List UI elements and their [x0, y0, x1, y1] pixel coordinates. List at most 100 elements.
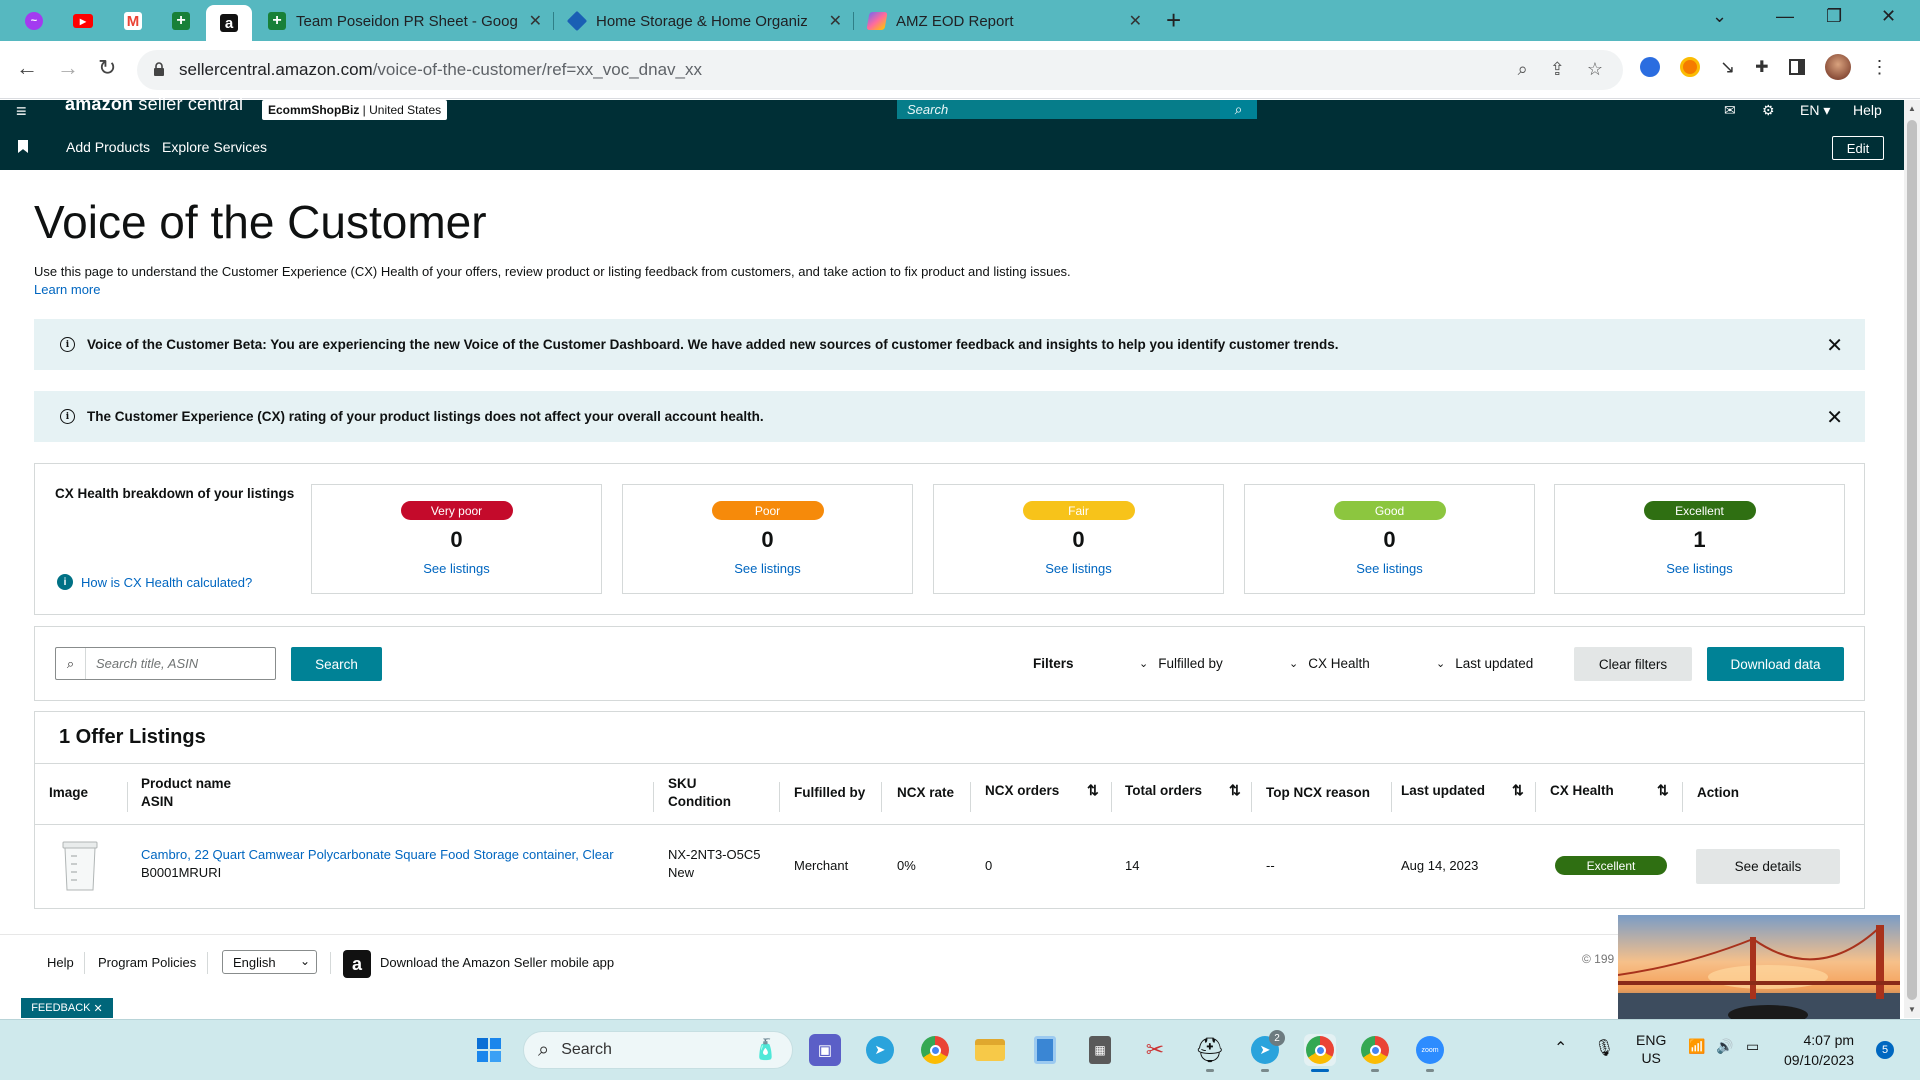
amazon-app-icon[interactable]: a — [343, 950, 371, 978]
forward-icon[interactable]: → — [57, 55, 79, 81]
restore-icon[interactable]: ❐ — [1826, 6, 1842, 27]
profile-avatar[interactable] — [1824, 54, 1851, 80]
seller-search-input[interactable]: Search — [897, 102, 1220, 117]
scroll-down-icon[interactable]: ▼ — [1908, 1005, 1916, 1014]
download-data-button[interactable]: Download data — [1707, 647, 1844, 681]
footer-help-link[interactable]: Help — [47, 955, 74, 970]
chrome-active-icon[interactable] — [1304, 1034, 1336, 1072]
bookmark-star-icon[interactable]: ☆ — [1587, 59, 1603, 80]
input-language-indicator[interactable]: ENG US — [1636, 1031, 1666, 1067]
share-icon[interactable]: ⇪ — [1550, 59, 1565, 80]
cx-health-dropdown[interactable]: ⌄ CX Health — [1289, 656, 1370, 671]
side-panel-icon[interactable] — [1788, 59, 1805, 75]
feedback-button[interactable]: FEEDBACK ✕ — [21, 998, 113, 1018]
footer-language-select[interactable]: English ⌄ — [222, 950, 317, 974]
battery-icon[interactable]: ▭ — [1746, 1038, 1759, 1055]
edit-nav-button[interactable]: Edit — [1832, 136, 1884, 160]
sort-icon[interactable]: ⇅ — [1229, 782, 1241, 799]
microphone-icon[interactable]: 🎙 — [1594, 1038, 1614, 1058]
notification-count-badge[interactable]: 5 — [1876, 1041, 1894, 1059]
telegram-desktop-icon[interactable]: ➤ 2 — [1249, 1030, 1285, 1072]
sort-icon[interactable]: ⇅ — [1087, 782, 1099, 799]
tab-home-storage[interactable]: Home Storage & Home Organiz ✕ — [558, 5, 852, 37]
tab-youtube[interactable]: ▶ — [60, 5, 106, 37]
calculator-icon[interactable]: ▦ — [1084, 1034, 1116, 1066]
see-listings-link[interactable]: See listings — [1555, 561, 1844, 576]
close-icon[interactable]: ✕ — [1129, 11, 1142, 31]
see-listings-link[interactable]: See listings — [934, 561, 1223, 576]
sort-icon[interactable]: ⇅ — [1512, 782, 1524, 799]
close-icon[interactable]: ✕ — [1826, 333, 1843, 358]
extensions-puzzle-icon[interactable]: ✚ — [1755, 57, 1768, 77]
bookmark-icon[interactable] — [18, 140, 28, 153]
tab-search-chevron-icon[interactable]: ⌄ — [1712, 6, 1727, 27]
telegram-icon[interactable]: ➤ — [864, 1034, 896, 1066]
see-details-button[interactable]: See details — [1696, 849, 1840, 884]
close-icon[interactable]: ✕ — [829, 11, 842, 31]
product-name-link[interactable]: Cambro, 22 Quart Camwear Polycarbonate S… — [141, 846, 614, 864]
extension-arrow-icon[interactable]: ↘ — [1720, 57, 1735, 78]
scroll-up-icon[interactable]: ▲ — [1908, 104, 1916, 113]
zoom-icon[interactable]: ⌕ — [1518, 59, 1528, 80]
close-icon[interactable]: ✕ — [529, 11, 542, 31]
hamburger-menu-icon[interactable]: ≡ — [16, 100, 27, 122]
extension-orange-icon[interactable] — [1680, 57, 1700, 77]
account-switcher[interactable]: EcommShopBiz | United States — [262, 100, 448, 120]
volume-icon[interactable]: 🔊 — [1716, 1038, 1733, 1055]
gear-icon[interactable]: ⚙ — [1762, 102, 1775, 119]
see-listings-link[interactable]: See listings — [312, 561, 601, 576]
taskbar-clock[interactable]: 4:07 pm 09/10/2023 — [1784, 1030, 1854, 1070]
close-window-icon[interactable]: ✕ — [1881, 6, 1896, 27]
windows-start-icon[interactable] — [473, 1034, 505, 1066]
tray-overflow-icon[interactable]: ⌃ — [1554, 1038, 1567, 1058]
listing-search-input[interactable] — [86, 656, 271, 671]
sort-icon[interactable]: ⇅ — [1657, 782, 1669, 799]
browser-menu-icon[interactable]: ⋮ — [1871, 57, 1889, 78]
scrollbar-thumb[interactable] — [1907, 120, 1917, 1000]
picture-in-picture-video[interactable] — [1618, 915, 1900, 1019]
language-selector[interactable]: EN ▾ — [1800, 102, 1830, 119]
footer-program-policies-link[interactable]: Program Policies — [98, 955, 196, 970]
wifi-icon[interactable]: 📶 — [1688, 1038, 1705, 1055]
tab-sheets[interactable]: + — [158, 5, 204, 37]
new-tab-button[interactable]: + — [1166, 6, 1181, 34]
tab-amazon[interactable]: a — [206, 5, 252, 41]
product-thumbnail[interactable] — [61, 840, 99, 892]
see-listings-link[interactable]: See listings — [1245, 561, 1534, 576]
footer-app-download-link[interactable]: Download the Amazon Seller mobile app — [380, 955, 614, 970]
learn-more-link[interactable]: Learn more — [34, 282, 100, 297]
chrome-icon[interactable] — [919, 1034, 951, 1066]
mail-icon[interactable]: ✉ — [1724, 102, 1736, 119]
tab-gmail[interactable]: M — [110, 5, 156, 37]
cx-how-calculated-link[interactable]: i How is CX Health calculated? — [57, 574, 252, 590]
search-button[interactable]: Search — [291, 647, 382, 681]
close-icon[interactable]: ✕ — [1826, 405, 1843, 430]
minimize-icon[interactable]: — — [1776, 6, 1794, 27]
teams-icon[interactable]: ▣ — [809, 1034, 841, 1066]
back-icon[interactable]: ← — [16, 55, 38, 81]
taskbar-search-box[interactable]: ⌕ Search 🧴 — [523, 1031, 793, 1069]
clear-filters-button[interactable]: Clear filters — [1574, 647, 1692, 681]
tab-amz-eod[interactable]: AMZ EOD Report ✕ — [858, 5, 1152, 37]
seller-central-logo[interactable]: amazon seller central — [65, 94, 243, 115]
extension-blue-icon[interactable] — [1640, 57, 1660, 77]
notepad-icon[interactable] — [1029, 1034, 1061, 1066]
nav-explore-services[interactable]: Explore Services — [162, 139, 267, 155]
nav-add-products[interactable]: Add Products — [66, 139, 150, 155]
page-scrollbar[interactable]: ▲ ▼ — [1904, 100, 1920, 1018]
seller-search-bar[interactable]: Search ⌕ — [897, 100, 1257, 119]
tab-poseidon-sheet[interactable]: + Team Poseidon PR Sheet - Goog ✕ — [258, 5, 552, 37]
address-bar[interactable]: sellercentral.amazon.com/voice-of-the-cu… — [137, 50, 1623, 90]
helmet-app-icon[interactable]: ⛑ — [1194, 1034, 1226, 1072]
see-listings-link[interactable]: See listings — [623, 561, 912, 576]
reload-icon[interactable]: ↻ — [98, 55, 116, 81]
fulfilled-by-dropdown[interactable]: ⌄ Fulfilled by — [1139, 656, 1223, 671]
snipping-tool-icon[interactable]: ✂ — [1139, 1034, 1171, 1066]
zoom-icon[interactable]: zoom — [1414, 1034, 1446, 1072]
file-explorer-icon[interactable] — [974, 1034, 1006, 1066]
chrome-profile-icon[interactable] — [1359, 1034, 1391, 1072]
search-icon[interactable]: ⌕ — [1220, 100, 1257, 119]
last-updated-dropdown[interactable]: ⌄ Last updated — [1436, 656, 1533, 671]
help-link[interactable]: Help — [1853, 102, 1882, 118]
tab-messenger[interactable]: ~ — [11, 5, 57, 37]
